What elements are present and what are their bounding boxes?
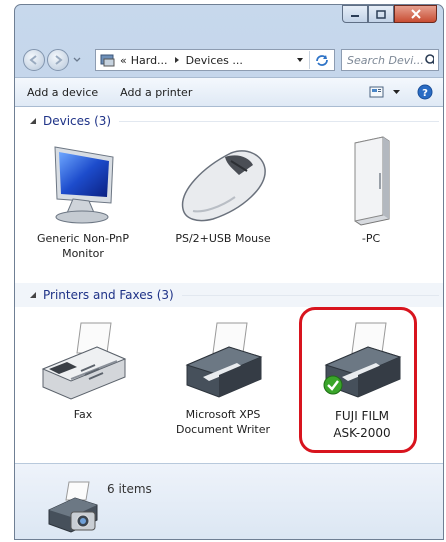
- command-toolbar: Add a device Add a printer ?: [15, 77, 443, 107]
- device-label: PS/2+USB Mouse: [175, 232, 271, 245]
- monitor-icon: [54, 146, 114, 224]
- device-generic-monitor[interactable]: Generic Non-PnP Monitor: [33, 141, 133, 261]
- svg-text:?: ?: [422, 88, 428, 99]
- printer-label: Fax: [73, 408, 93, 421]
- group-divider: [181, 294, 439, 296]
- highlight-annotation-ring: [299, 307, 417, 453]
- printer-fax[interactable]: Fax: [35, 319, 131, 422]
- view-options-dropdown-icon[interactable]: [391, 87, 403, 97]
- back-button[interactable]: [23, 49, 45, 71]
- help-icon[interactable]: ?: [417, 84, 433, 100]
- printers-group-header[interactable]: Printers and Faxes (3): [15, 283, 443, 307]
- breadcrumb-separator-icon: [174, 57, 179, 63]
- maximize-icon: [376, 9, 386, 19]
- devices-folder-icon: [100, 54, 115, 67]
- device-list-pane: Devices (3) Generic Non-PnP Monitor PS/2…: [15, 107, 443, 463]
- device-label: Generic Non-PnP: [36, 232, 130, 245]
- printer-microsoft-xps[interactable]: Microsoft XPS Document Writer: [167, 319, 279, 437]
- address-field[interactable]: « Hard... Devices ...: [95, 49, 335, 71]
- devices-group-header[interactable]: Devices (3): [15, 109, 443, 133]
- device-pc[interactable]: -PC: [331, 135, 411, 246]
- change-view-icon[interactable]: [369, 85, 385, 99]
- forward-button[interactable]: [47, 49, 69, 71]
- printer-icon: [185, 322, 263, 398]
- details-pane: 6 items: [15, 463, 443, 539]
- devices-group-label: Devices (3): [43, 114, 112, 128]
- search-box[interactable]: Search Devi...: [341, 49, 439, 71]
- collapse-arrow-icon[interactable]: [29, 290, 39, 300]
- recent-pages-dropdown[interactable]: [72, 55, 82, 68]
- search-placeholder: Search Devi...: [347, 53, 424, 67]
- group-divider: [119, 120, 439, 122]
- device-ps2-usb-mouse[interactable]: PS/2+USB Mouse: [163, 141, 283, 246]
- printer-label: Microsoft XPS: [185, 408, 261, 421]
- devices-printers-icon: [48, 481, 98, 533]
- close-button[interactable]: [394, 5, 437, 23]
- search-icon: [425, 54, 434, 65]
- address-prefix: «: [120, 53, 127, 67]
- fax-icon: [41, 322, 127, 400]
- breadcrumb-devices[interactable]: Devices ...: [186, 54, 243, 67]
- mouse-icon: [181, 150, 266, 222]
- computer-tower-icon: [354, 136, 390, 226]
- device-label-line2: Monitor: [62, 247, 104, 260]
- maximize-button[interactable]: [368, 5, 394, 23]
- printer-label-line2: Document Writer: [175, 423, 271, 436]
- collapse-arrow-icon[interactable]: [29, 116, 39, 126]
- window-controls: [342, 5, 437, 23]
- add-printer-button[interactable]: Add a printer: [120, 86, 192, 99]
- address-bar-row: « Hard... Devices ... Search Devi...: [15, 43, 443, 75]
- refresh-icon[interactable]: [312, 52, 332, 68]
- chevron-down-icon: [73, 57, 81, 62]
- minimize-icon: [351, 15, 359, 17]
- device-label: -PC: [361, 232, 381, 245]
- add-device-button[interactable]: Add a device: [27, 86, 98, 99]
- back-arrow-icon: [29, 55, 37, 65]
- minimize-button[interactable]: [342, 5, 368, 23]
- address-dropdown-icon[interactable]: [295, 55, 305, 65]
- devices-and-printers-window: « Hard... Devices ... Search Devi... Add…: [14, 4, 444, 540]
- forward-arrow-icon: [55, 55, 63, 65]
- breadcrumb-hardware[interactable]: Hard...: [131, 54, 168, 67]
- close-icon: [410, 9, 421, 19]
- printers-group-label: Printers and Faxes (3): [43, 288, 174, 302]
- item-count-text: 6 items: [107, 482, 152, 496]
